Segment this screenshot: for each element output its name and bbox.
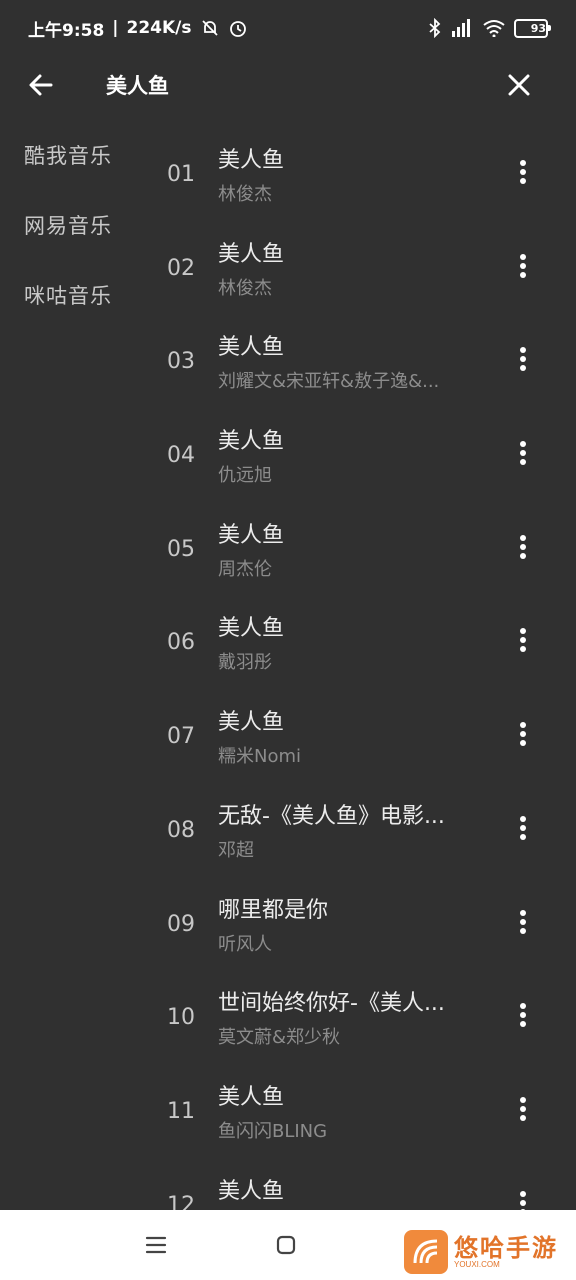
song-title: 美人鱼 [218, 1084, 285, 1110]
more-vertical-icon [520, 253, 526, 278]
song-title: 美人鱼 [218, 148, 285, 173]
song-artist: 莫文蔚&郑少秋 [218, 1027, 341, 1049]
more-vertical-icon [520, 347, 526, 372]
song-list: 01 美人鱼 林俊杰 02 美人鱼 林俊杰 03 美人鱼 刘耀文&宋亚轩&敖子逸&... 04 美人… [0, 124, 576, 1210]
song-number: 03 [167, 349, 195, 375]
song-number: 12 [167, 1192, 195, 1210]
watermark: 悠哈手游 YOUXI.COM [404, 1228, 572, 1276]
more-options-button[interactable] [508, 529, 538, 565]
battery-icon: 93 [514, 18, 551, 38]
song-number: 10 [167, 1005, 195, 1031]
song-artist: 刘耀文&宋亚轩&敖子逸&... [218, 371, 440, 393]
song-row[interactable]: 01 美人鱼林俊杰 [0, 124, 576, 218]
back-button[interactable] [24, 68, 58, 102]
song-artist: 鱼闪闪BLING [218, 1120, 328, 1142]
more-options-button[interactable] [508, 1091, 538, 1127]
menu-icon [145, 1236, 167, 1254]
more-vertical-icon [520, 722, 526, 747]
song-artist: 林俊杰 [218, 184, 272, 205]
song-number: 09 [167, 911, 195, 937]
alarm-icon [228, 18, 248, 38]
song-artist: 糯米Nomi [218, 746, 302, 768]
watermark-logo-icon [404, 1230, 448, 1274]
more-vertical-icon [520, 815, 526, 840]
song-title: 哪里都是你 [218, 897, 329, 923]
song-title: 美人鱼 [218, 1178, 285, 1204]
song-row[interactable]: 06 美人鱼戴羽彤 [0, 592, 576, 686]
song-number: 05 [167, 536, 195, 562]
home-button[interactable] [270, 1232, 302, 1258]
more-vertical-icon [520, 160, 526, 184]
song-artist: 听风人 [218, 933, 272, 955]
more-options-button[interactable] [508, 341, 538, 377]
song-title: 美人鱼 [218, 616, 285, 642]
song-title: 美人鱼 [218, 335, 285, 361]
status-divider: | [112, 18, 119, 38]
song-title: 美人鱼 [218, 522, 285, 548]
more-options-button[interactable] [508, 997, 538, 1033]
song-title: 美人鱼 [218, 241, 285, 267]
song-row[interactable]: 12 美人鱼 [0, 1155, 576, 1210]
song-row[interactable]: 11 美人鱼鱼闪闪BLING [0, 1061, 576, 1155]
song-artist: 周杰伦 [218, 558, 272, 580]
status-bar: 上午9:58 | 224K/s 93 [0, 0, 576, 56]
song-row[interactable]: 09 哪里都是你听风人 [0, 874, 576, 968]
song-title: 无敌-《美人鱼》电影... [218, 803, 445, 829]
song-row[interactable]: 02 美人鱼林俊杰 [0, 218, 576, 312]
wifi-icon [482, 19, 506, 37]
song-number: 01 [167, 162, 195, 187]
more-vertical-icon [520, 909, 526, 934]
more-options-button[interactable] [508, 622, 538, 658]
more-options-button[interactable] [508, 716, 538, 752]
more-vertical-icon [520, 1190, 526, 1210]
notifications-muted-icon [200, 18, 220, 38]
song-artist: 仇远旭 [218, 465, 272, 487]
watermark-text: 悠哈手游 [454, 1233, 558, 1262]
song-number: 08 [167, 817, 195, 843]
song-number: 02 [167, 255, 195, 281]
more-vertical-icon [520, 1096, 526, 1121]
song-row[interactable]: 10 世间始终你好-《美人... 莫文蔚&郑少秋 [0, 967, 576, 1061]
song-number: 06 [167, 630, 195, 656]
battery-level-text: 93 [530, 21, 546, 35]
arrow-left-icon [29, 74, 53, 96]
song-row[interactable]: 04 美人鱼仇远旭 [0, 405, 576, 499]
more-vertical-icon [520, 441, 526, 466]
more-options-button[interactable] [508, 810, 538, 846]
more-options-button[interactable] [508, 435, 538, 471]
song-artist: 戴羽彤 [218, 652, 272, 674]
recent-apps-button[interactable] [140, 1232, 172, 1258]
status-time: 上午9:58 [28, 20, 105, 41]
more-vertical-icon [520, 1003, 526, 1028]
home-icon [276, 1235, 296, 1255]
bluetooth-icon [428, 18, 442, 38]
song-row[interactable]: 05 美人鱼周杰伦 [0, 499, 576, 593]
song-number: 04 [167, 443, 195, 469]
signal-icon [450, 19, 474, 37]
page-title: 美人鱼 [106, 74, 169, 98]
more-vertical-icon [520, 628, 526, 653]
song-row[interactable]: 07 美人鱼糯米Nomi [0, 686, 576, 780]
more-options-button[interactable] [508, 1185, 538, 1210]
app-bar: 美人鱼 [0, 56, 576, 112]
status-net-speed: 224K/s [126, 18, 192, 38]
song-title: 美人鱼 [218, 710, 285, 736]
close-button[interactable] [502, 68, 536, 102]
more-vertical-icon [520, 534, 526, 559]
song-artist: 邓超 [218, 839, 254, 861]
song-title: 世间始终你好-《美人... [218, 991, 445, 1017]
more-options-button[interactable] [508, 248, 538, 284]
song-row[interactable]: 03 美人鱼刘耀文&宋亚轩&敖子逸&... [0, 311, 576, 405]
song-number: 11 [167, 1098, 195, 1124]
close-icon [508, 74, 530, 96]
more-options-button[interactable] [508, 154, 538, 190]
more-options-button[interactable] [508, 904, 538, 940]
song-row[interactable]: 08 无敌-《美人鱼》电影... 邓超 [0, 780, 576, 874]
song-artist: 林俊杰 [218, 277, 272, 299]
song-number: 07 [167, 724, 195, 750]
song-title: 美人鱼 [218, 429, 285, 455]
